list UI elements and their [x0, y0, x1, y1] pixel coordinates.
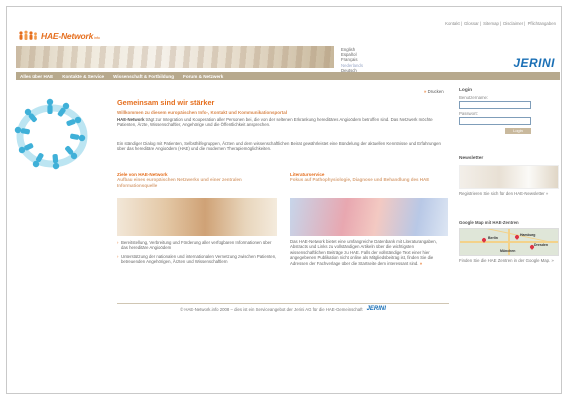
map-city-label: Dresden [534, 243, 549, 247]
footer: © HAE-Network.info 2008 – dies ist ein S… [117, 303, 449, 312]
map-city-label: Hamburg [520, 233, 536, 237]
top-link-pflichtangaben[interactable]: Pflichtangaben [528, 21, 556, 26]
nav-wissenschaft[interactable]: Wissenschaft & Fortbildung [113, 74, 174, 79]
password-input[interactable] [459, 117, 531, 125]
nav-alles-ueber-hae[interactable]: Alles über HAE [20, 74, 53, 79]
map-link[interactable]: Finden Sie die HAE Zentren in der Google… [459, 258, 555, 263]
header-banner-image [16, 46, 334, 68]
page-title: Gemeinsam sind wir stärker [117, 98, 215, 107]
map-city-label: Berlin [488, 236, 498, 240]
newsletter-image[interactable] [459, 165, 559, 189]
logo-text: HAE-Networkinfo [41, 30, 100, 41]
top-links: Kontakt| Glossar| Sitemap| Disclaimer| P… [445, 21, 556, 26]
language-list: English Español Français Nederlands Deut… [341, 47, 363, 73]
site-logo[interactable]: HAE-Networkinfo [18, 30, 100, 41]
jerini-brand-logo[interactable]: JERINI [513, 56, 555, 70]
nav-forum[interactable]: Forum & Netzwerk [183, 74, 223, 79]
top-link-glossar[interactable]: Glossar [464, 21, 479, 26]
password-label: Passwort: [459, 111, 478, 116]
literature-more-link[interactable]: » [420, 261, 422, 266]
newsletter-box: Newsletter Registrieren Sie sich für den… [459, 156, 559, 196]
nav-kontakte-service[interactable]: Kontakte & Service [62, 74, 104, 79]
username-input[interactable] [459, 101, 531, 109]
top-link-kontakt[interactable]: Kontakt [445, 21, 460, 26]
literature-section: Literaturservice Fokus auf Pathophysiolo… [290, 172, 448, 183]
people-logo-icon [19, 30, 37, 40]
literature-text: Das HAE-Network bietet eine umfangreiche… [290, 239, 437, 266]
login-title: Login [459, 88, 473, 93]
login-box: Login Benutzername: Passwort: Login [459, 88, 555, 134]
list-item: Unterstützung der nationalen und interna… [117, 254, 277, 265]
page-subtitle: Willkommen zu diesem europäischen Info-,… [117, 110, 287, 115]
google-map-thumbnail[interactable]: Berlin Hamburg Dresden München [459, 228, 559, 256]
newsletter-link[interactable]: Registrieren Sie sich für den HAE-Newsle… [459, 191, 555, 196]
top-link-disclaimer[interactable]: Disclaimer [503, 21, 523, 26]
hands-image [117, 198, 277, 236]
footer-jerini-logo[interactable]: JERINI [367, 306, 386, 312]
pills-image [290, 198, 448, 236]
goals-list: Bereitstellung, Verbreitung und Förderun… [117, 240, 277, 268]
goals-section: Ziele von HAE-Network Aufbau eines europ… [117, 172, 277, 188]
newsletter-title: Newsletter [459, 156, 484, 161]
goals-heading: Aufbau eines europäischen Netzwerks und … [117, 177, 242, 188]
login-button[interactable]: Login [505, 128, 531, 134]
username-label: Benutzername: [459, 95, 489, 100]
dialog-paragraph: Ein ständiger Dialog mit Patienten, Selb… [117, 141, 441, 152]
print-link[interactable]: » Drucken [424, 89, 444, 94]
map-city-label: München [500, 249, 516, 253]
map-box: Google Map mit HAE-Zentren Berlin Hambur… [459, 220, 559, 263]
main-nav: Alles über HAE Kontakte & Service Wissen… [16, 72, 560, 80]
literature-heading: Fokus auf Pathophysiologie, Diagnose und… [290, 177, 430, 182]
intro-paragraph: HAE-Network trägt zur Integration und Ko… [117, 117, 433, 128]
people-circle-illustration [14, 98, 88, 170]
top-link-sitemap[interactable]: Sitemap [483, 21, 499, 26]
map-title: Google Map mit HAE-Zentren [459, 220, 519, 225]
footer-text: © HAE-Network.info 2008 – dies ist ein S… [180, 306, 363, 312]
list-item: Bereitstellung, Verbreitung und Förderun… [117, 240, 277, 251]
